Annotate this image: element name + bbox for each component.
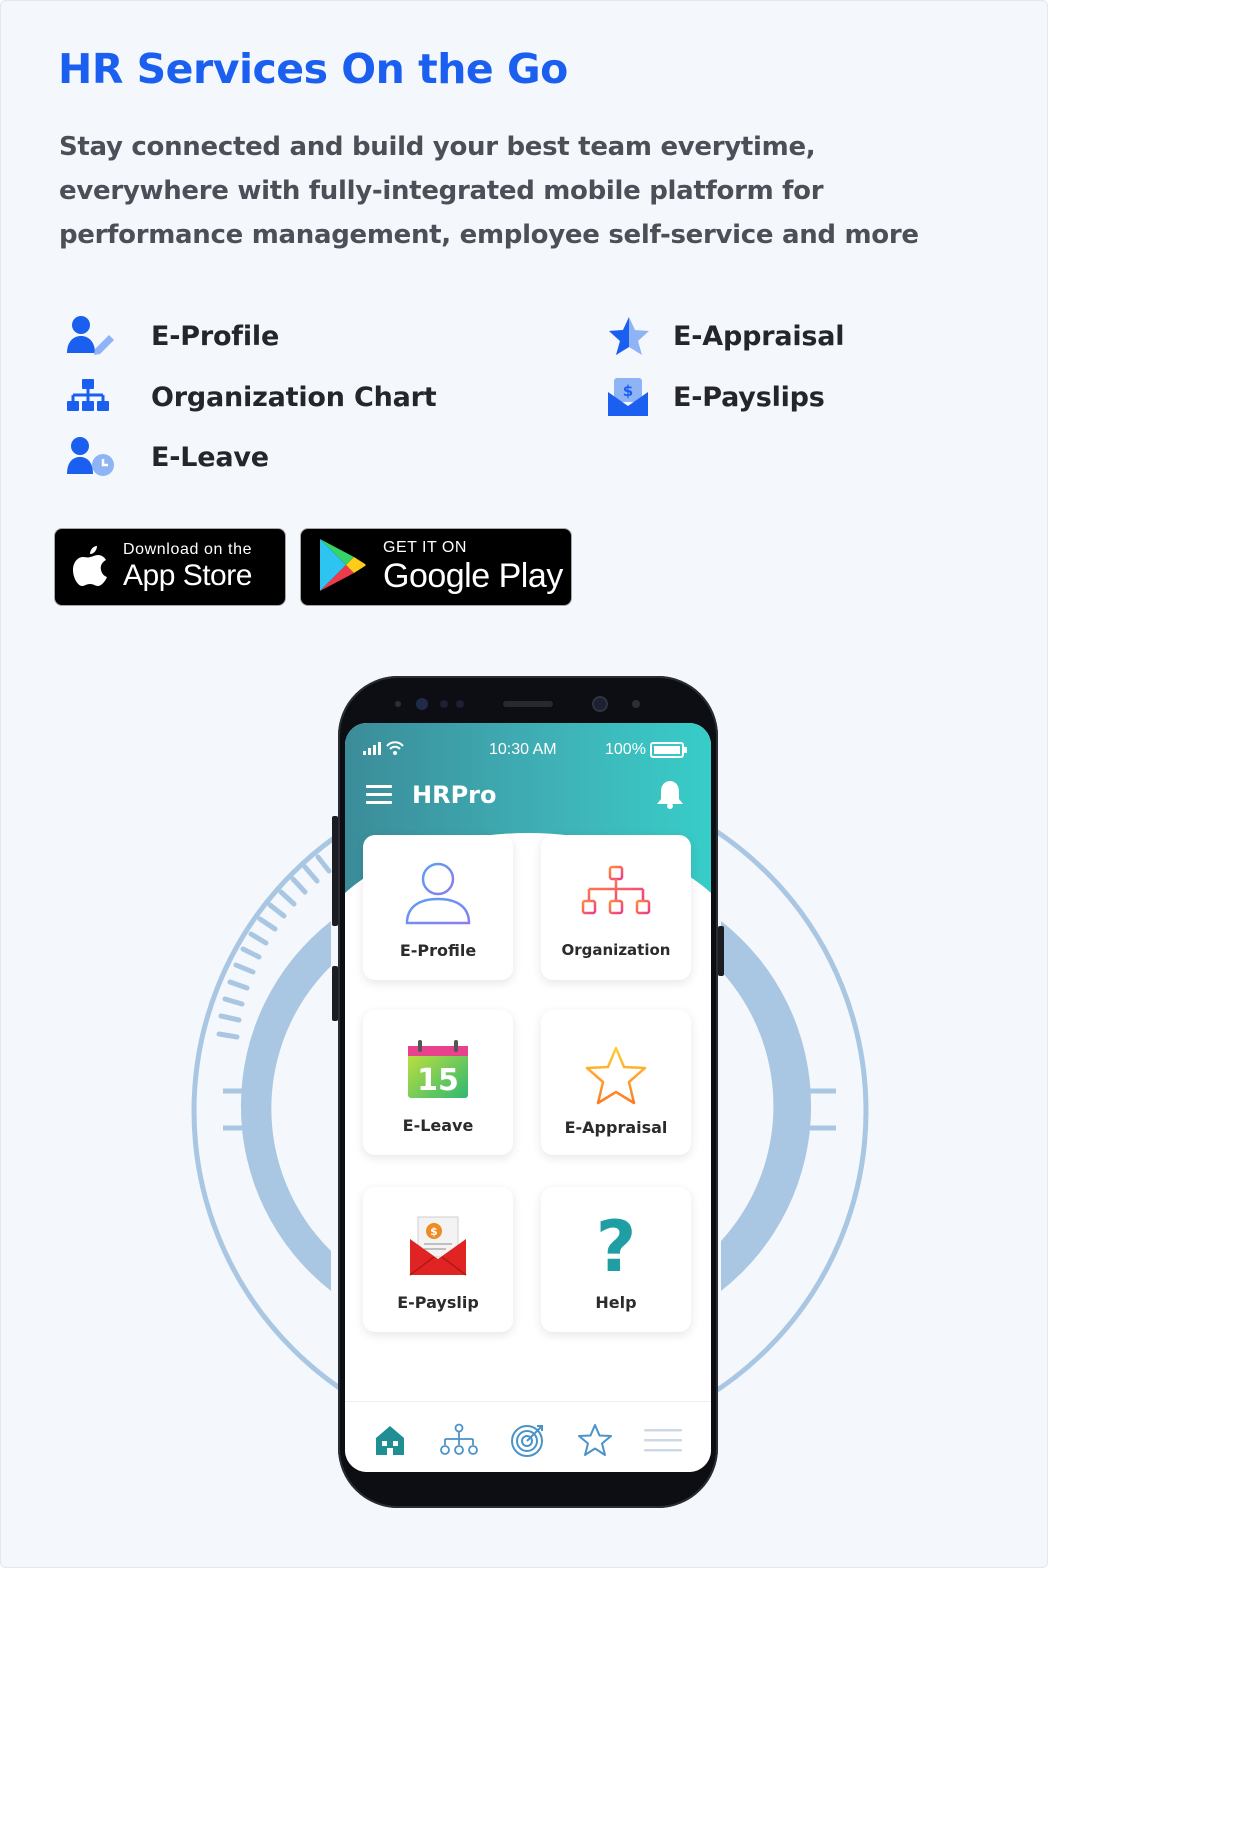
svg-text:$: $ bbox=[623, 382, 633, 400]
star-icon bbox=[605, 314, 657, 358]
feature-e-profile: E-Profile bbox=[65, 314, 279, 358]
feature-label: E-Payslips bbox=[673, 381, 825, 413]
tile-label: E-Payslip bbox=[397, 1293, 479, 1312]
star-outline-icon[interactable] bbox=[575, 1420, 615, 1460]
google-play-button[interactable]: GET IT ON Google Play bbox=[300, 528, 572, 606]
calendar-icon: 15 bbox=[363, 1032, 513, 1104]
home-icon[interactable] bbox=[370, 1420, 410, 1460]
org-chart-icon bbox=[65, 375, 117, 419]
tile-label: E-Appraisal bbox=[564, 1118, 668, 1137]
tile-e-profile[interactable]: E-Profile bbox=[363, 835, 513, 980]
menu-icon[interactable] bbox=[643, 1420, 683, 1460]
org-chart-icon bbox=[541, 857, 691, 929]
app-title: HRPro bbox=[412, 781, 497, 809]
calendar-day: 15 bbox=[417, 1063, 459, 1098]
battery-icon bbox=[650, 742, 688, 763]
promo-page: HR Services On the Go Stay connected and… bbox=[0, 0, 1048, 1568]
phone-volume-button bbox=[332, 816, 338, 926]
user-outline-icon bbox=[363, 857, 513, 929]
tile-e-payslip[interactable]: $ E-Payslip bbox=[363, 1187, 513, 1332]
tile-label: Help bbox=[595, 1293, 637, 1312]
headline: HR Services On the Go bbox=[58, 45, 568, 93]
feature-e-leave: E-Leave bbox=[65, 435, 269, 479]
google-play-icon bbox=[317, 537, 367, 597]
phone-power-button bbox=[718, 926, 724, 976]
target-icon[interactable] bbox=[508, 1420, 548, 1460]
payslip-envelope-icon: $ bbox=[605, 375, 657, 419]
hamburger-menu-icon[interactable] bbox=[366, 783, 392, 809]
feature-organization-chart: Organization Chart bbox=[65, 375, 437, 419]
phone-screen: 10:30 AM 100% HRPro E-Profile Organizati… bbox=[345, 723, 711, 1472]
feature-label: E-Profile bbox=[151, 320, 280, 352]
question-mark-icon: ? bbox=[541, 1209, 691, 1281]
app-store-small-text: Download on the bbox=[123, 541, 253, 558]
status-battery-text: 100% bbox=[605, 741, 646, 758]
user-edit-icon bbox=[65, 314, 117, 358]
svg-text:$: $ bbox=[430, 1225, 438, 1238]
lead-paragraph: Stay connected and build your best team … bbox=[59, 132, 919, 250]
tile-e-appraisal[interactable]: E-Appraisal bbox=[541, 1010, 691, 1155]
tile-help[interactable]: ? Help bbox=[541, 1187, 691, 1332]
payslip-envelope-icon: $ bbox=[363, 1209, 513, 1281]
tile-organization[interactable]: Organization bbox=[541, 835, 691, 980]
feature-label: E-Leave bbox=[151, 441, 269, 473]
signal-wifi-icon bbox=[363, 739, 407, 762]
bottom-navigation bbox=[345, 1401, 711, 1472]
star-outline-icon bbox=[541, 1040, 691, 1112]
feature-e-appraisal: E-Appraisal bbox=[605, 314, 845, 358]
feature-label: Organization Chart bbox=[151, 381, 437, 413]
tile-label: E-Profile bbox=[399, 941, 477, 960]
google-play-small-text: GET IT ON bbox=[383, 539, 467, 556]
google-play-big-text: Google Play bbox=[383, 557, 563, 595]
apple-icon bbox=[71, 543, 109, 591]
tile-label: Organization bbox=[561, 941, 671, 959]
user-clock-icon bbox=[65, 435, 117, 479]
feature-e-payslips: $ E-Payslips bbox=[605, 375, 825, 419]
tile-e-leave[interactable]: 15 E-Leave bbox=[363, 1010, 513, 1155]
tile-label: E-Leave bbox=[402, 1116, 474, 1135]
status-time: 10:30 AM bbox=[489, 741, 557, 758]
phone-bixby-button bbox=[332, 966, 338, 1021]
feature-label: E-Appraisal bbox=[673, 320, 845, 352]
notification-bell-icon[interactable] bbox=[654, 778, 686, 814]
svg-text:?: ? bbox=[596, 1213, 637, 1277]
app-store-button[interactable]: Download on the App Store bbox=[54, 528, 286, 606]
org-chart-icon[interactable] bbox=[439, 1420, 479, 1460]
app-store-big-text: App Store bbox=[123, 559, 252, 592]
